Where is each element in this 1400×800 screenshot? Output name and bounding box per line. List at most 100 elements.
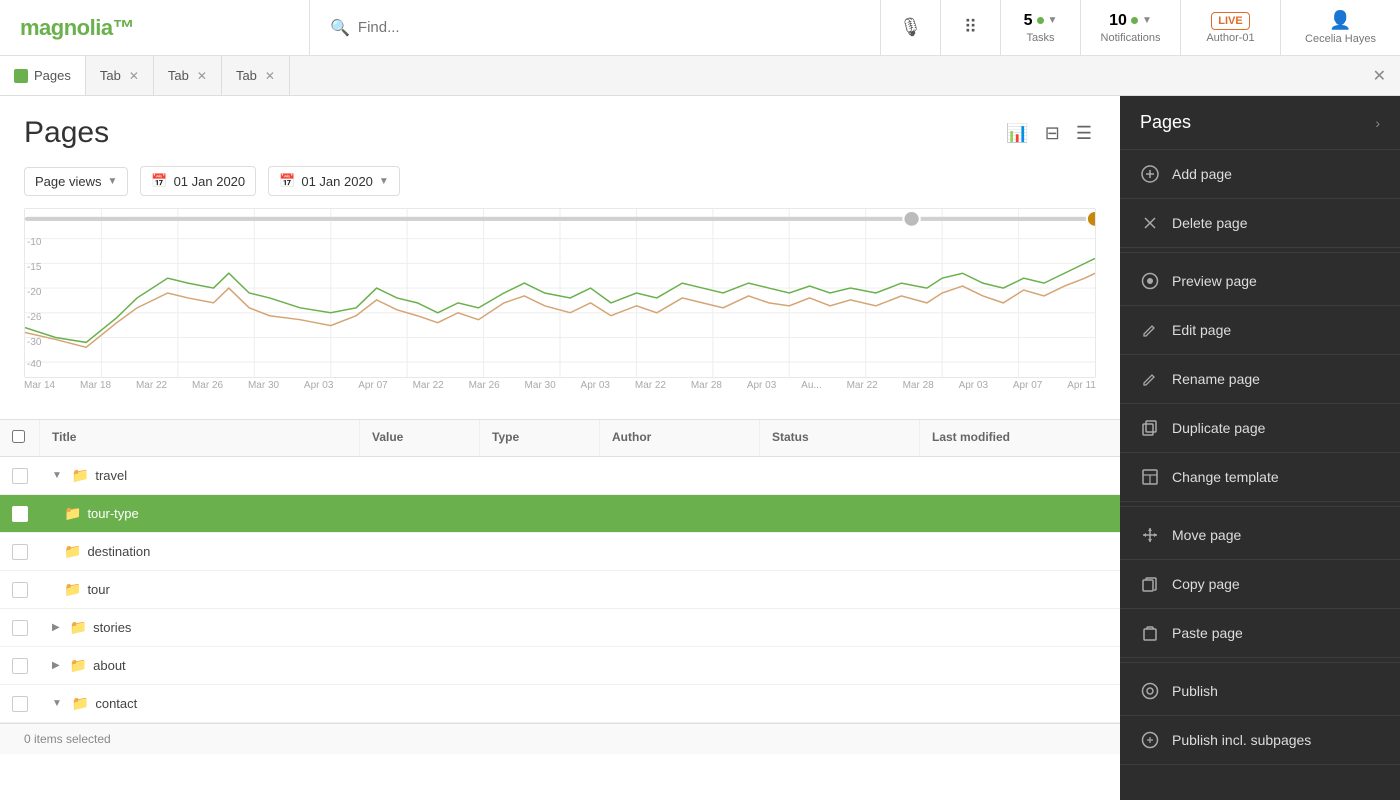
y-label-1: -10: [27, 237, 41, 248]
row-checkbox-tour[interactable]: [12, 582, 28, 598]
panel-action-publish-subpages[interactable]: Publish incl. subpages: [1120, 716, 1400, 765]
tab-2[interactable]: Tab ✕: [154, 56, 222, 95]
topbar: magnolia™ 🔍 🎙 ⠿ 5 ▼ Tasks 10 ▼ Notificat: [0, 0, 1400, 56]
duplicate-page-icon: [1140, 418, 1160, 438]
delete-page-icon: [1140, 213, 1160, 233]
td-status-destination: [760, 542, 920, 562]
row-checkbox-contact[interactable]: [12, 696, 28, 712]
th-title[interactable]: Title: [40, 420, 360, 456]
expand-travel[interactable]: ▼: [52, 470, 62, 481]
row-checkbox-travel[interactable]: [12, 468, 28, 484]
panel-action-change-template[interactable]: Change template: [1120, 453, 1400, 502]
panel-action-copy-page[interactable]: Copy page: [1120, 560, 1400, 609]
notifications-button[interactable]: 10 ▼ Notifications: [1080, 0, 1180, 55]
pages-app-tab[interactable]: Pages: [0, 56, 86, 95]
panel-action-duplicate-page[interactable]: Duplicate page: [1120, 404, 1400, 453]
preview-page-icon: [1140, 271, 1160, 291]
date-to-chevron: ▼: [379, 176, 389, 187]
td-value-contact: [360, 694, 480, 714]
td-value-tour: [360, 580, 480, 600]
th-author[interactable]: Author: [600, 420, 760, 456]
expand-stories[interactable]: ▶: [52, 622, 60, 633]
apps-button[interactable]: ⠿: [940, 0, 1000, 55]
th-status[interactable]: Status: [760, 420, 920, 456]
user-button[interactable]: 👤 Cecelia Hayes: [1280, 0, 1400, 55]
search-icon: 🔍: [330, 18, 350, 38]
td-author-travel: [600, 466, 760, 486]
td-status-about: [760, 656, 920, 676]
tasks-count: 5: [1024, 12, 1033, 30]
row-checkbox-stories[interactable]: [12, 620, 28, 636]
td-title: 📁 destination: [40, 533, 360, 570]
chart-menu-icon[interactable]: ☰: [1072, 119, 1096, 148]
table-row[interactable]: 📁 destination: [0, 533, 1120, 571]
paste-page-label: Paste page: [1172, 625, 1243, 641]
search-input[interactable]: [358, 19, 860, 36]
tasks-button[interactable]: 5 ▼ Tasks: [1000, 0, 1080, 55]
tab-3-close[interactable]: ✕: [265, 69, 275, 83]
user-icon: 👤: [1329, 10, 1351, 31]
table-row[interactable]: ▼ 📁 travel: [0, 457, 1120, 495]
calendar-icon-to: 📅: [279, 173, 295, 189]
td-author-tour: [600, 580, 760, 600]
table-row[interactable]: ▶ 📁 stories: [0, 609, 1120, 647]
td-value-travel: [360, 466, 480, 486]
folder-icon-tourtype: 📁: [64, 505, 81, 522]
select-all-checkbox[interactable]: [12, 430, 25, 443]
panel-action-preview-page[interactable]: Preview page: [1120, 257, 1400, 306]
date-to-picker[interactable]: 📅 01 Jan 2020 ▼: [268, 166, 400, 196]
date-from-picker[interactable]: 📅 01 Jan 2020: [140, 166, 256, 196]
td-modified-tourtype: [920, 504, 1120, 524]
th-type[interactable]: Type: [480, 420, 600, 456]
topbar-right: 🎙 ⠿ 5 ▼ Tasks 10 ▼ Notifications LIVE Au…: [880, 0, 1400, 55]
add-page-label: Add page: [1172, 166, 1232, 182]
panel-action-move-page[interactable]: Move page: [1120, 511, 1400, 560]
panel-action-paste-page[interactable]: Paste page: [1120, 609, 1400, 658]
panel-action-publish[interactable]: Publish: [1120, 667, 1400, 716]
table-row[interactable]: ▶ 📁 about: [0, 647, 1120, 685]
td-status-contact: [760, 694, 920, 714]
chart-svg: [25, 209, 1095, 377]
table-row[interactable]: ▼ 📁 contact: [0, 685, 1120, 723]
expand-contact[interactable]: ▼: [52, 698, 62, 709]
move-page-label: Move page: [1172, 527, 1241, 543]
panel-action-edit-page[interactable]: Edit page: [1120, 306, 1400, 355]
date-to-label: 01 Jan 2020: [301, 174, 373, 189]
tab-2-close[interactable]: ✕: [197, 69, 207, 83]
publish-subpages-label: Publish incl. subpages: [1172, 732, 1311, 748]
panel-title: Pages: [1140, 112, 1191, 133]
tab-1[interactable]: Tab ✕: [86, 56, 154, 95]
tabs-close-all[interactable]: ✕: [1359, 66, 1400, 86]
chart-bar-icon[interactable]: 📊: [1002, 119, 1032, 148]
row-checkbox-destination[interactable]: [12, 544, 28, 560]
td-value-tourtype: [360, 504, 480, 524]
row-checkbox-tourtype[interactable]: [12, 506, 28, 522]
tab-1-close[interactable]: ✕: [129, 69, 139, 83]
search-area: 🔍: [310, 18, 880, 38]
table-row[interactable]: 📁 tour: [0, 571, 1120, 609]
notifications-label: Notifications: [1101, 32, 1161, 44]
y-label-2: -15: [27, 262, 41, 273]
panel-action-rename-page[interactable]: Rename page: [1120, 355, 1400, 404]
tab-3[interactable]: Tab ✕: [222, 56, 290, 95]
td-type-destination: [480, 542, 600, 562]
table-row[interactable]: 📁 tour-type: [0, 495, 1120, 533]
mic-button[interactable]: 🎙: [880, 0, 940, 55]
tab-1-label: Tab: [100, 68, 121, 83]
panel-chevron-icon[interactable]: ›: [1375, 115, 1380, 131]
th-last-modified[interactable]: Last modified: [920, 420, 1120, 456]
td-title: ▼ 📁 travel: [40, 457, 360, 494]
panel-action-add-page[interactable]: Add page: [1120, 150, 1400, 199]
chart-split-icon[interactable]: ⊟: [1041, 119, 1064, 148]
metric-select[interactable]: Page views ▼: [24, 167, 128, 196]
td-type-tour: [480, 580, 600, 600]
pages-app-label: Pages: [34, 68, 71, 83]
td-checkbox: [0, 496, 40, 532]
th-value[interactable]: Value: [360, 420, 480, 456]
author-button[interactable]: LIVE Author-01: [1180, 0, 1280, 55]
expand-about[interactable]: ▶: [52, 660, 60, 671]
row-checkbox-about[interactable]: [12, 658, 28, 674]
td-checkbox: [0, 534, 40, 570]
panel-action-delete-page[interactable]: Delete page: [1120, 199, 1400, 248]
td-checkbox: [0, 458, 40, 494]
